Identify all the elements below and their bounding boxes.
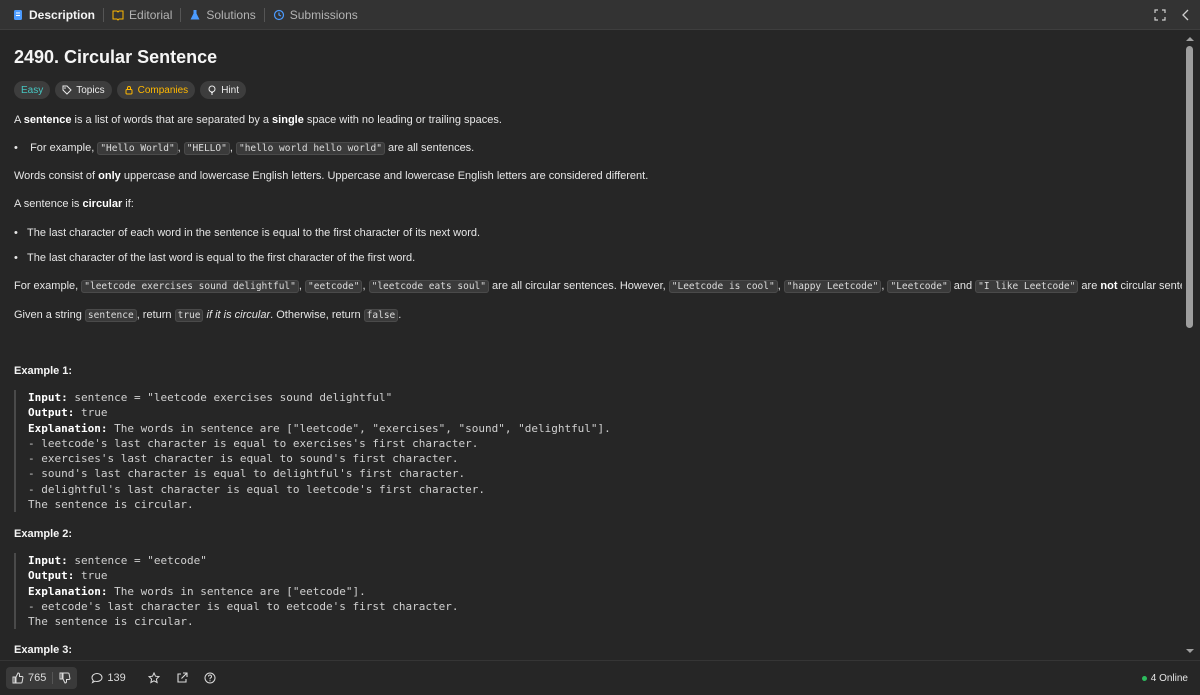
- hint-label: Hint: [221, 84, 239, 96]
- list-item: For example, "Hello World", "HELLO", "he…: [14, 141, 474, 156]
- online-count: 4 Online: [1150, 672, 1188, 684]
- online-status: 4 Online: [1141, 661, 1188, 695]
- external-link-icon: [177, 671, 188, 683]
- bottom-bar: 765 139 4 Online: [0, 660, 1200, 694]
- tab-solutions[interactable]: Solutions: [185, 0, 259, 30]
- vote-group: 765: [6, 666, 78, 689]
- comment-count: 139: [107, 671, 126, 684]
- tab-divider: [180, 7, 182, 22]
- problem-content: 2490. Circular Sentence Easy Topics Comp…: [0, 31, 1182, 660]
- topics-label: Topics: [76, 84, 105, 96]
- comment-icon: [91, 672, 103, 684]
- problem-tags: Easy Topics Companies Hint: [14, 81, 246, 99]
- list-item: The last character of each word in the s…: [14, 226, 480, 240]
- flask-icon: [190, 9, 200, 19]
- description-icon: [14, 9, 22, 20]
- example-block: Input: sentence = "eetcode" Output: true…: [14, 553, 458, 630]
- tab-editorial[interactable]: Editorial: [108, 0, 176, 30]
- dislike-button[interactable]: [53, 667, 77, 689]
- scroll-down-icon[interactable]: [1184, 646, 1196, 656]
- example-title: Example 1:: [14, 365, 73, 377]
- help-button[interactable]: [204, 672, 216, 684]
- scrollbar-thumb[interactable]: [1186, 46, 1193, 328]
- description-paragraph: Words consist of only uppercase and lowe…: [14, 170, 649, 182]
- tab-bar: Description Editorial Solutions Submissi…: [0, 0, 1200, 30]
- difficulty-badge: Easy: [14, 81, 51, 99]
- list-item: The last character of the last word is e…: [14, 251, 415, 265]
- description-paragraph: A sentence is a list of words that are s…: [14, 114, 502, 126]
- topics-button[interactable]: Topics: [55, 81, 112, 99]
- thumbs-up-icon: [12, 671, 24, 683]
- tab-label: Submissions: [289, 7, 358, 22]
- favorite-button[interactable]: [147, 671, 160, 684]
- history-icon: [273, 9, 284, 20]
- chevron-left-icon[interactable]: [1180, 9, 1192, 21]
- tab-actions: [1154, 0, 1192, 30]
- tab-label: Solutions: [206, 7, 256, 22]
- lock-icon: [125, 86, 133, 95]
- share-button[interactable]: [176, 671, 188, 684]
- description-paragraph: Given a string sentence, return true if …: [14, 309, 402, 322]
- example-title: Example 2:: [14, 528, 73, 540]
- book-icon: [112, 10, 124, 21]
- question-icon: [204, 672, 216, 683]
- tab-submissions[interactable]: Submissions: [269, 0, 362, 30]
- online-dot-icon: [1141, 675, 1147, 681]
- example-title: Example 3:: [14, 644, 73, 656]
- comments-button[interactable]: 139: [91, 671, 126, 684]
- tab-description[interactable]: Description: [8, 0, 99, 30]
- tag-icon: [62, 85, 72, 95]
- description-paragraph: For example, "leetcode exercises sound d…: [14, 280, 1182, 293]
- problem-panel: Description Editorial Solutions Submissi…: [0, 0, 1200, 694]
- description-paragraph: A sentence is circular if:: [14, 198, 134, 210]
- difficulty-label: Easy: [21, 84, 44, 96]
- hint-button[interactable]: Hint: [200, 81, 246, 99]
- example-block: Input: sentence = "leetcode exercises so…: [14, 390, 611, 513]
- companies-button[interactable]: Companies: [116, 81, 196, 99]
- tab-label: Description: [29, 7, 96, 22]
- like-button[interactable]: 765: [6, 667, 52, 689]
- companies-label: Companies: [137, 84, 189, 96]
- thumbs-down-icon: [59, 672, 71, 684]
- maximize-icon[interactable]: [1154, 9, 1166, 21]
- scroll-up-icon[interactable]: [1184, 34, 1196, 44]
- page-title: 2490. Circular Sentence: [14, 47, 218, 67]
- tab-divider: [263, 7, 265, 22]
- tab-divider: [103, 7, 105, 22]
- tab-label: Editorial: [129, 7, 173, 22]
- like-count: 765: [28, 671, 47, 684]
- lightbulb-icon: [208, 85, 216, 95]
- star-icon: [147, 671, 160, 683]
